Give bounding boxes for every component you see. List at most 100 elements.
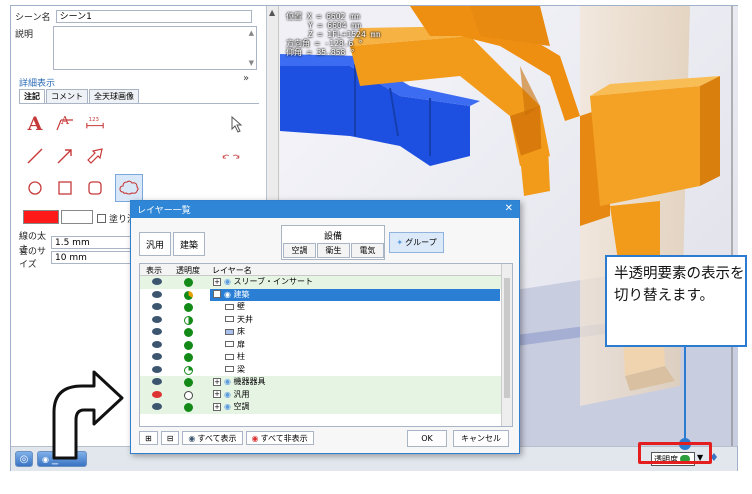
category-hvac-button[interactable]: 空調 <box>283 243 316 258</box>
stroke-color-swatch[interactable] <box>23 210 59 224</box>
table-row[interactable]: 床 <box>140 326 512 339</box>
dimension-tool-icon[interactable]: 123 <box>85 112 105 132</box>
category-building-button[interactable]: 建築 <box>173 232 205 256</box>
text-leader-tool-icon[interactable]: A <box>55 112 75 132</box>
layer-name-text: 床 <box>237 327 245 336</box>
visibility-eye-icon[interactable] <box>152 278 162 285</box>
visibility-eye-icon[interactable] <box>152 290 162 298</box>
expand-icon[interactable]: + <box>213 402 221 411</box>
category-general-button[interactable]: 汎用 <box>139 232 171 256</box>
opacity-indicator[interactable] <box>184 340 193 350</box>
layer-name: − ◉ 建築 <box>210 288 500 301</box>
opacity-indicator[interactable] <box>184 290 193 300</box>
opacity-indicator[interactable] <box>184 353 193 362</box>
visibility-eye-icon[interactable] <box>152 303 162 310</box>
ok-button[interactable]: OK <box>407 430 447 447</box>
expand-all-button[interactable]: ⊞ <box>139 431 158 445</box>
annotation-tabs: 注記 コメント 全天球画像 <box>19 89 140 103</box>
tab-comment[interactable]: コメント <box>46 89 88 103</box>
close-icon[interactable]: ✕ <box>505 203 513 214</box>
highlight-box <box>638 442 712 464</box>
line-tool-icon[interactable] <box>25 146 45 166</box>
visibility-eye-icon[interactable] <box>152 353 162 360</box>
scroll-up-icon[interactable]: ▲ <box>269 8 275 17</box>
undo-redo-icon[interactable] <box>221 146 241 166</box>
fill-checkbox[interactable] <box>97 214 106 223</box>
layer-table-scrollbar[interactable] <box>501 264 512 426</box>
show-all-button[interactable]: ◉ すべて表示 <box>182 431 243 445</box>
table-row[interactable]: 柱 <box>140 351 512 364</box>
home-button[interactable]: ◎ <box>15 451 33 467</box>
callout-box: 半透明要素の表示を 切り替えます。 <box>605 255 747 347</box>
visibility-eye-icon[interactable] <box>152 340 162 348</box>
opacity-indicator[interactable] <box>184 278 193 287</box>
visibility-eye-icon[interactable] <box>152 328 162 335</box>
opacity-indicator[interactable] <box>184 303 193 312</box>
table-row[interactable]: 天井 <box>140 314 512 327</box>
visibility-eye-icon[interactable] <box>152 403 162 410</box>
cloud-size-select[interactable]: 10 mm <box>51 250 133 264</box>
scrollbar-thumb[interactable] <box>504 278 510 398</box>
hide-all-button[interactable]: ◉ すべて非表示 <box>245 431 314 445</box>
collapse-chevron-icon[interactable]: » <box>243 73 249 84</box>
memo-scroll-up-icon[interactable]: ▲ <box>249 29 254 37</box>
table-row[interactable]: − ◉ 建築 <box>140 288 512 302</box>
layer-icon: ◉ <box>224 402 234 411</box>
dialog-titlebar[interactable]: レイヤー一覧 ✕ <box>131 201 519 218</box>
scene-name-input[interactable]: シーン1 <box>55 10 252 23</box>
layer-swatch-icon <box>225 303 234 310</box>
opacity-indicator[interactable] <box>184 403 193 412</box>
curved-arrow-annotation <box>52 370 124 460</box>
visibility-eye-icon[interactable] <box>152 365 162 373</box>
cancel-button[interactable]: キャンセル <box>453 430 509 447</box>
cloud-size-label: 雲のサイズ <box>19 247 47 270</box>
layer-icon: ◉ <box>224 377 234 386</box>
cloud-tool-icon[interactable] <box>115 174 143 202</box>
collapse-all-button[interactable]: ⊟ <box>160 431 180 445</box>
tab-divider <box>19 103 259 104</box>
collapse-icon[interactable]: − <box>213 290 221 298</box>
layer-name: + ◉ 汎用 <box>210 389 253 401</box>
memo-label-row: 説明 <box>15 27 33 40</box>
memo-scroll-down-icon[interactable]: ▼ <box>249 59 254 67</box>
opacity-indicator[interactable] <box>184 315 193 325</box>
detail-toggle-link[interactable]: 詳細表示 <box>19 76 55 89</box>
tab-annotation[interactable]: 注記 <box>19 89 45 103</box>
opacity-indicator[interactable] <box>184 378 193 387</box>
category-sanitary-button[interactable]: 衛生 <box>317 243 350 258</box>
layer-name-text: 汎用 <box>233 389 250 399</box>
circle-tool-icon[interactable] <box>25 178 45 198</box>
block-arrow-tool-icon[interactable] <box>85 146 105 166</box>
rounded-rect-tool-icon[interactable] <box>85 178 105 198</box>
dialog-bottom-tools: ⊞ ⊟ ◉ すべて表示 ◉ すべて非表示 <box>139 431 314 445</box>
opacity-indicator[interactable] <box>184 390 193 400</box>
visibility-eye-icon[interactable] <box>152 378 162 385</box>
table-row[interactable]: 梁 <box>140 364 512 377</box>
fill-color-swatch[interactable] <box>61 210 93 224</box>
category-electric-button[interactable]: 電気 <box>351 243 384 258</box>
header-opacity: 透明度 <box>176 266 200 275</box>
table-row[interactable]: + ◉ スリーブ・インサート <box>140 276 512 289</box>
rectangle-tool-icon[interactable] <box>55 178 75 198</box>
group-button[interactable]: ✦ グループ <box>389 232 444 253</box>
opacity-indicator[interactable] <box>184 365 193 375</box>
opacity-indicator[interactable] <box>184 328 193 337</box>
select-cursor-icon[interactable] <box>227 114 247 134</box>
text-tool-icon[interactable]: A <box>25 113 45 135</box>
expand-icon[interactable]: + <box>213 277 221 286</box>
expand-icon[interactable]: + <box>213 390 221 398</box>
tab-panorama[interactable]: 全天球画像 <box>89 89 139 103</box>
arrow-tool-icon[interactable] <box>55 146 75 166</box>
group-icon: ✦ <box>396 238 404 247</box>
visibility-eye-hidden-icon[interactable] <box>152 390 162 398</box>
callout-pointer-line <box>684 347 686 443</box>
coord-x: 位置 X = 6602 mm <box>286 12 360 21</box>
expand-icon[interactable]: + <box>213 377 221 386</box>
table-row[interactable]: + ◉ 空調 <box>140 401 512 414</box>
memo-textarea[interactable]: ▲ ▼ <box>53 26 257 70</box>
table-row[interactable]: + ◉ 汎用 <box>140 388 512 401</box>
table-row[interactable]: 扉 <box>140 339 512 352</box>
table-row[interactable]: 壁 <box>140 301 512 314</box>
visibility-eye-icon[interactable] <box>152 315 162 323</box>
table-row[interactable]: + ◉ 機器器具 <box>140 376 512 389</box>
